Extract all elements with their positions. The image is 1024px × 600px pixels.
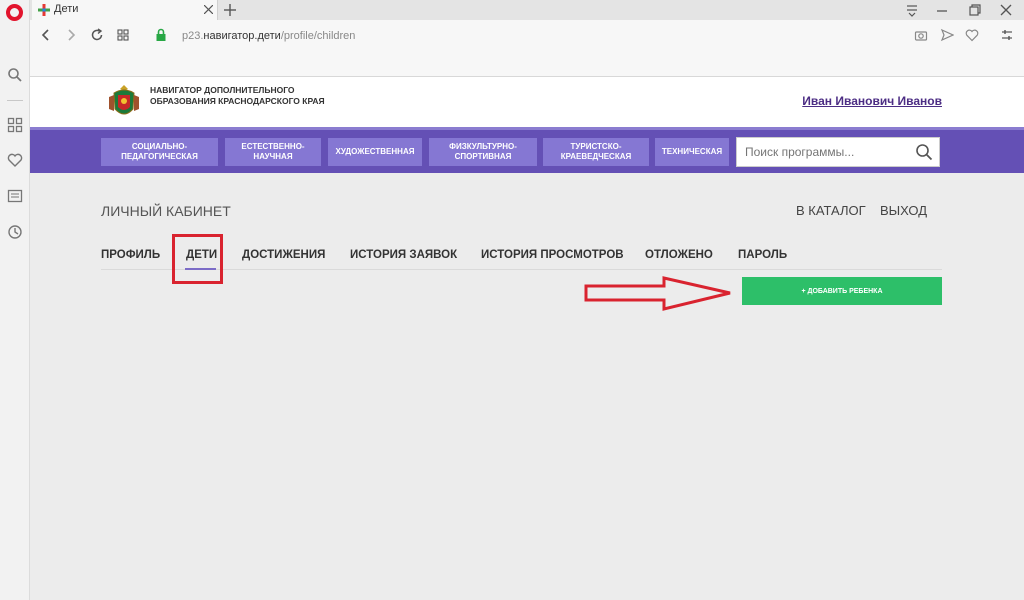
add-child-button[interactable]: + ДОБАВИТЬ РЕБЕНКА <box>742 277 942 305</box>
program-search-box <box>736 137 940 167</box>
tab-profile[interactable]: ПРОФИЛЬ <box>101 249 160 261</box>
tab-view-history[interactable]: ИСТОРИЯ ПРОСМОТРОВ <box>481 249 624 261</box>
search-icon[interactable] <box>915 143 933 161</box>
nav-social-pedagogical[interactable]: СОЦИАЛЬНО-ПЕДАГОГИЧЕСКАЯ <box>101 138 218 166</box>
history-clock-icon[interactable] <box>7 224 23 240</box>
arrow-right-annotation-icon <box>584 276 731 311</box>
user-profile-link[interactable]: Иван Иванович Иванов <box>802 94 942 108</box>
logout-link[interactable]: ВЫХОД <box>880 203 927 218</box>
nav-artistic[interactable]: ХУДОЖЕСТВЕННАЯ <box>328 138 422 166</box>
send-icon[interactable] <box>940 28 954 42</box>
speed-dial-icon[interactable] <box>7 117 23 133</box>
new-tab-plus-icon[interactable] <box>223 3 237 17</box>
close-window-icon[interactable] <box>999 3 1013 17</box>
back-arrow-icon[interactable] <box>39 28 53 42</box>
site-header: НАВИГАТОР ДОПОЛНИТЕЛЬНОГО ОБРАЗОВАНИЯ КР… <box>30 77 1024 127</box>
nav-physical-sports[interactable]: ФИЗКУЛЬТУРНО-СПОРТИВНАЯ <box>429 138 537 166</box>
reload-icon[interactable] <box>90 28 104 42</box>
bookmark-heart-icon[interactable] <box>965 28 979 42</box>
krasnodar-emblem-icon[interactable] <box>106 83 142 121</box>
catalog-link[interactable]: В КАТАЛОГ <box>796 203 866 218</box>
nav-technical[interactable]: ТЕХНИЧЕСКАЯ <box>655 138 729 166</box>
browser-tab-bar: Дети <box>30 0 1024 20</box>
browser-address-bar: p23.навигатор.дети/profile/children <box>30 20 1024 77</box>
url-path: /profile/children <box>280 30 356 42</box>
browser-tab[interactable]: Дети <box>32 0 218 20</box>
tab-title: Дети <box>54 3 79 15</box>
search-icon[interactable] <box>7 67 23 83</box>
highlight-annotation-box <box>172 234 223 284</box>
heart-icon[interactable] <box>7 152 23 168</box>
page-title: ЛИЧНЫЙ КАБИНЕТ <box>101 203 231 219</box>
nav-tourism-local-history[interactable]: ТУРИСТСКО-КРАЕВЕДЧЕСКАЯ <box>543 138 649 166</box>
url-field[interactable]: p23.навигатор.дети/profile/children <box>182 30 355 42</box>
news-icon[interactable] <box>7 188 23 204</box>
tabs-divider <box>101 269 942 270</box>
tabs-grid-icon[interactable] <box>116 28 130 42</box>
url-prefix: p23. <box>182 30 204 42</box>
minimize-icon[interactable] <box>935 3 949 17</box>
tab-achievements[interactable]: ДОСТИЖЕНИЯ <box>242 249 325 261</box>
tab-postponed[interactable]: ОТЛОЖЕНО <box>645 249 713 261</box>
site-title[interactable]: НАВИГАТОР ДОПОЛНИТЕЛЬНОГО ОБРАЗОВАНИЯ КР… <box>150 85 330 107</box>
forward-arrow-icon[interactable] <box>64 28 78 42</box>
close-tab-icon[interactable] <box>204 5 213 14</box>
snapshot-camera-icon[interactable] <box>914 28 928 42</box>
opera-logo-icon[interactable] <box>6 4 23 21</box>
restore-icon[interactable] <box>968 3 982 17</box>
secure-lock-icon[interactable] <box>154 28 168 42</box>
tab-menu-icon[interactable] <box>905 3 919 17</box>
tab-password[interactable]: ПАРОЛЬ <box>738 249 787 261</box>
category-navigation: СОЦИАЛЬНО-ПЕДАГОГИЧЕСКАЯ ЕСТЕСТВЕННО-НАУ… <box>30 127 1024 173</box>
program-search-input[interactable] <box>737 138 907 166</box>
url-host: навигатор.дети <box>203 30 281 42</box>
site-favicon-icon <box>38 4 50 16</box>
tab-application-history[interactable]: ИСТОРИЯ ЗАЯВОК <box>350 249 457 261</box>
nav-natural-science[interactable]: ЕСТЕСТВЕННО-НАУЧНАЯ <box>225 138 321 166</box>
sidebar-divider <box>7 100 23 101</box>
browser-sidebar <box>0 0 30 600</box>
easy-setup-icon[interactable] <box>1000 28 1014 42</box>
